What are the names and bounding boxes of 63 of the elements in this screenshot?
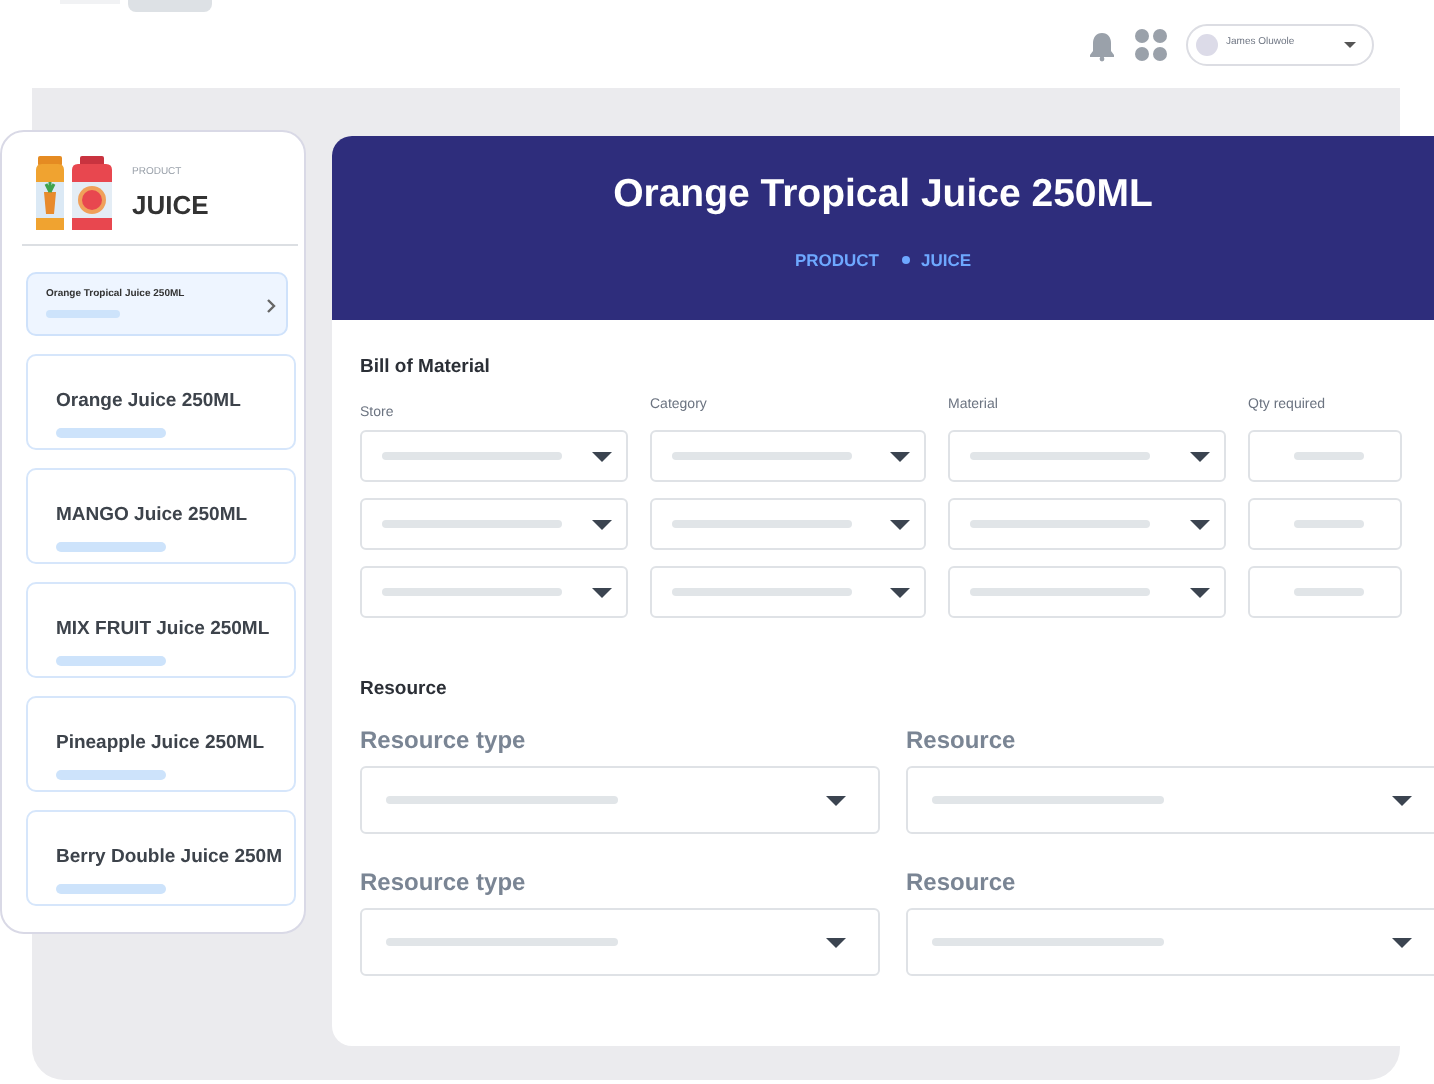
caret-icon: [592, 587, 612, 597]
chevron-right-icon: [266, 298, 276, 314]
dropdown-field[interactable]: [650, 566, 926, 618]
dropdown-field[interactable]: [906, 908, 1434, 976]
dropdown-field[interactable]: [948, 498, 1226, 550]
product-item[interactable]: Berry Double Juice 250M: [26, 810, 296, 906]
dropdown-field[interactable]: [906, 766, 1434, 834]
input-field[interactable]: [1248, 566, 1402, 618]
product-item[interactable]: Pineapple Juice 250ML: [26, 696, 296, 792]
skeleton-line: [56, 542, 166, 552]
field-label: Resource type: [360, 726, 528, 754]
dropdown-field[interactable]: [650, 498, 926, 550]
dropdown-field[interactable]: [948, 566, 1226, 618]
caret-icon: [890, 587, 910, 597]
skeleton-bar: [128, 0, 212, 12]
caret-icon: [1392, 937, 1412, 947]
field-label: Resource type: [360, 868, 528, 896]
dropdown-field[interactable]: [650, 430, 926, 482]
skeleton-line: [46, 310, 120, 318]
caret-icon: [592, 519, 612, 529]
product-item[interactable]: MIX FRUIT Juice 250ML: [26, 582, 296, 678]
caret-icon: [1190, 451, 1210, 461]
product-name: Pineapple Juice 250ML: [56, 732, 265, 754]
caret-icon: [826, 795, 846, 805]
caret-icon: [1190, 587, 1210, 597]
input-field[interactable]: [1248, 498, 1402, 550]
dropdown-field[interactable]: [948, 430, 1226, 482]
product-title: Orange Tropical Juice 250ML: [613, 172, 1153, 218]
avatar-circle: [1196, 34, 1218, 56]
caret-icon: [890, 451, 910, 461]
juice-bottles-icon: [32, 152, 116, 232]
category-title: JUICE: [132, 189, 209, 219]
product-item[interactable]: Orange Juice 250ML: [26, 354, 296, 450]
dropdown-field[interactable]: [360, 766, 880, 834]
apps-grid-icon[interactable]: [1134, 28, 1168, 62]
product-name: MANGO Juice 250ML: [56, 504, 248, 526]
skeleton-line: [56, 656, 166, 666]
skeleton-line: [56, 770, 166, 780]
caret-icon: [592, 451, 612, 461]
bell-icon[interactable]: [1088, 29, 1116, 61]
caret-icon: [1344, 42, 1356, 48]
field-label: Resource: [906, 726, 1018, 754]
caret-icon: [1190, 519, 1210, 529]
caret-icon: [890, 519, 910, 529]
dropdown-field[interactable]: [360, 498, 628, 550]
dropdown-field[interactable]: [360, 566, 628, 618]
dropdown-field[interactable]: [360, 908, 880, 976]
breadcrumb-link[interactable]: PRODUCT: [794, 250, 879, 270]
dot-separator-icon: [902, 256, 911, 264]
section-title: Resource: [360, 678, 449, 700]
product-item[interactable]: MANGO Juice 250ML: [26, 468, 296, 564]
input-field[interactable]: [1248, 430, 1402, 482]
breadcrumb-link[interactable]: JUICE: [920, 250, 972, 270]
dropdown-field[interactable]: [360, 430, 628, 482]
product-name: Berry Double Juice 250M: [56, 846, 282, 868]
product-name: Orange Juice 250ML: [56, 390, 241, 412]
section-title: Bill of Material: [360, 356, 492, 378]
product-name: MIX FRUIT Juice 250ML: [56, 618, 270, 640]
caret-icon: [826, 937, 846, 947]
field-label: Resource: [906, 868, 1018, 896]
skeleton-line: [56, 884, 166, 894]
skeleton-line: [56, 428, 166, 438]
caret-icon: [1392, 795, 1412, 805]
